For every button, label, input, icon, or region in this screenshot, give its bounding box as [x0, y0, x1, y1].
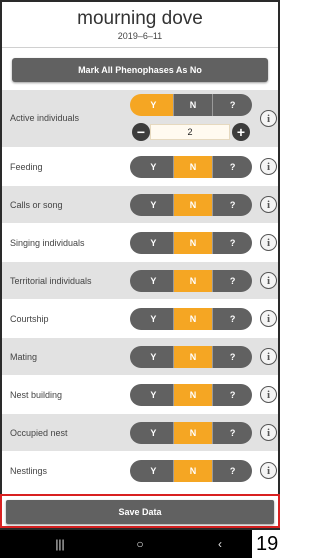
info-icon[interactable]: i	[260, 462, 277, 479]
unknown-button[interactable]: ?	[213, 384, 252, 406]
unknown-button[interactable]: ?	[213, 194, 252, 216]
android-nav-bar: ||| ○ ‹	[0, 530, 252, 558]
phenophase-label: Mating	[10, 352, 38, 362]
yes-button[interactable]: Y	[130, 194, 174, 216]
yes-button[interactable]: Y	[130, 422, 174, 444]
no-button[interactable]: N	[173, 460, 214, 482]
back-icon[interactable]: ‹	[210, 536, 230, 552]
unknown-button[interactable]: ?	[213, 346, 252, 368]
info-icon[interactable]: i	[260, 158, 277, 175]
observation-date: 2019–6–11	[117, 31, 163, 41]
yes-button[interactable]: Y	[130, 94, 174, 116]
info-icon[interactable]: i	[260, 386, 277, 403]
phenophase-row-mating: Mating Y N ? i	[2, 338, 278, 376]
no-button[interactable]: N	[173, 422, 214, 444]
yes-button[interactable]: Y	[130, 346, 174, 368]
phenophase-row-calls-or-song: Calls or song Y N ? i	[2, 186, 278, 224]
phenophase-label: Calls or song	[10, 200, 63, 210]
info-icon[interactable]: i	[260, 196, 277, 213]
yes-button[interactable]: Y	[130, 384, 174, 406]
corner-number: 19	[252, 530, 280, 558]
save-highlight: Save Data	[0, 494, 280, 528]
unknown-button[interactable]: ?	[213, 156, 252, 178]
phenophase-row-courtship: Courtship Y N ? i	[2, 300, 278, 338]
app-frame: mourning dove 2019–6–11 Mark All Phenoph…	[0, 0, 280, 530]
no-button[interactable]: N	[173, 156, 214, 178]
yes-no-unknown-toggle: Y N ?	[130, 422, 252, 444]
phenophase-label: Occupied nest	[10, 428, 68, 438]
yes-button[interactable]: Y	[130, 460, 174, 482]
yes-button[interactable]: Y	[130, 232, 174, 254]
info-icon[interactable]: i	[260, 234, 277, 251]
yes-no-unknown-toggle: Y N ?	[130, 156, 252, 178]
yes-no-unknown-toggle: Y N ?	[130, 308, 252, 330]
unknown-button[interactable]: ?	[213, 232, 252, 254]
yes-button[interactable]: Y	[130, 308, 174, 330]
no-button[interactable]: N	[173, 232, 214, 254]
header: mourning dove 2019–6–11	[2, 2, 278, 48]
phenophase-row-singing-individuals: Singing individuals Y N ? i	[2, 224, 278, 262]
yes-no-unknown-toggle: Y N ?	[130, 194, 252, 216]
phenophase-label: Active individuals	[10, 113, 80, 123]
no-button[interactable]: N	[173, 194, 214, 216]
phenophase-label: Nest building	[10, 390, 63, 400]
phenophase-label: Feeding	[10, 162, 43, 172]
yes-no-unknown-toggle: Y N ?	[130, 232, 252, 254]
phenophase-row-territorial-individuals: Territorial individuals Y N ? i	[2, 262, 278, 300]
individuals-count-stepper: − 2 +	[130, 123, 250, 141]
phenophase-label: Territorial individuals	[10, 276, 92, 286]
no-button[interactable]: N	[173, 308, 214, 330]
info-icon[interactable]: i	[260, 424, 277, 441]
home-icon[interactable]: ○	[130, 536, 150, 552]
yes-no-unknown-toggle: Y N ?	[130, 460, 252, 482]
yes-no-unknown-toggle: Y N ?	[130, 270, 252, 292]
info-icon[interactable]: i	[260, 110, 277, 127]
individuals-count-input[interactable]: 2	[150, 124, 230, 140]
mark-all-no-button[interactable]: Mark All Phenophases As No	[12, 58, 268, 82]
unknown-button[interactable]: ?	[213, 270, 252, 292]
yes-no-unknown-toggle: Y N ?	[130, 384, 252, 406]
save-data-button[interactable]: Save Data	[6, 500, 274, 524]
unknown-button[interactable]: ?	[213, 460, 252, 482]
phenophase-row-occupied-nest: Occupied nest Y N ? i	[2, 414, 278, 452]
phenophase-row-nest-building: Nest building Y N ? i	[2, 376, 278, 414]
unknown-button[interactable]: ?	[213, 422, 252, 444]
phenophase-label: Courtship	[10, 314, 49, 324]
info-icon[interactable]: i	[260, 348, 277, 365]
plus-icon[interactable]: +	[232, 123, 250, 141]
no-button[interactable]: N	[173, 346, 214, 368]
yes-button[interactable]: Y	[130, 270, 174, 292]
unknown-button[interactable]: ?	[213, 94, 252, 116]
phenophase-label: Nestlings	[10, 466, 48, 476]
phenophase-list: Active individuals Y N ? i Feeding Y N ?…	[2, 90, 278, 490]
info-icon[interactable]: i	[260, 272, 277, 289]
phenophase-label: Singing individuals	[10, 238, 85, 248]
unknown-button[interactable]: ?	[213, 308, 252, 330]
yes-no-unknown-toggle: Y N ?	[130, 346, 252, 368]
no-button[interactable]: N	[173, 384, 214, 406]
no-button[interactable]: N	[173, 94, 214, 116]
recents-icon[interactable]: |||	[50, 536, 70, 552]
phenophase-row-feeding: Feeding Y N ? i	[2, 148, 278, 186]
no-button[interactable]: N	[173, 270, 214, 292]
info-icon[interactable]: i	[260, 310, 277, 327]
phenophase-row-nestlings: Nestlings Y N ? i	[2, 452, 278, 490]
species-title: mourning dove	[77, 8, 203, 29]
yes-no-unknown-toggle: Y N ?	[130, 94, 252, 116]
minus-icon[interactable]: −	[132, 123, 150, 141]
yes-button[interactable]: Y	[130, 156, 174, 178]
